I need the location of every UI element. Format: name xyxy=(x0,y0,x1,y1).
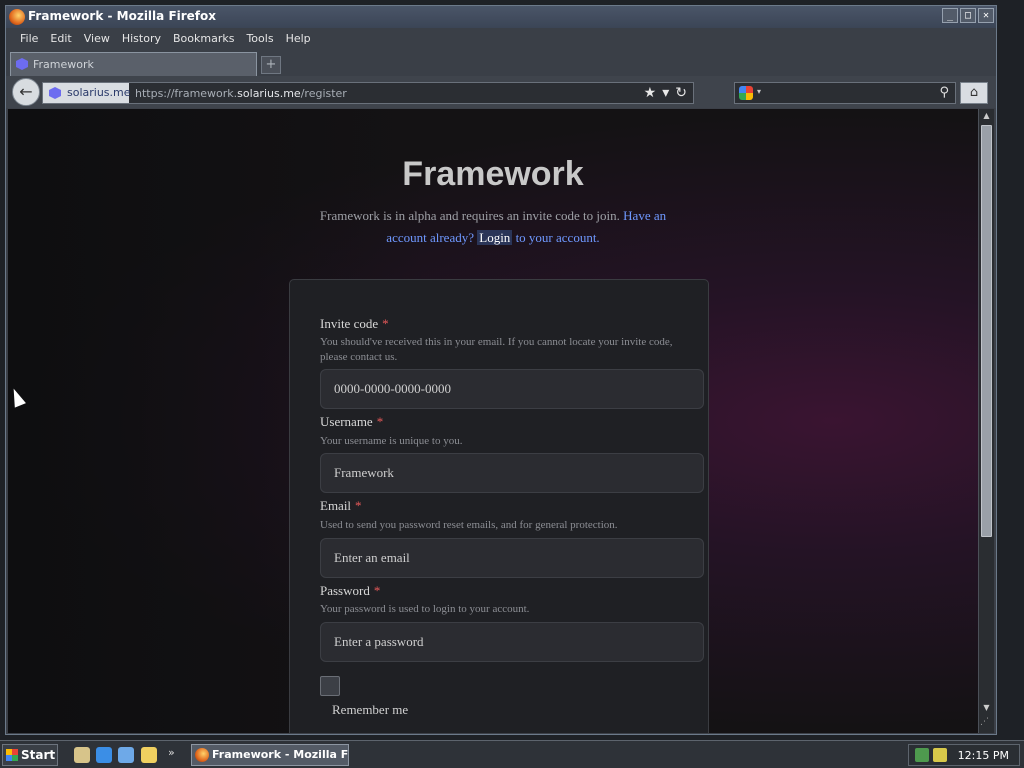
search-go-icon[interactable]: ⚲ xyxy=(939,85,949,100)
show-desktop-icon[interactable] xyxy=(74,747,90,763)
intro-sentence: Framework is in alpha and requires an in… xyxy=(319,208,620,223)
title-bar[interactable]: Framework - Mozilla Firefox _ □ ✕ xyxy=(6,6,996,28)
remember-me-checkbox[interactable] xyxy=(320,676,340,696)
menu-history[interactable]: History xyxy=(116,28,167,50)
url-text[interactable]: https://framework.solarius.me/register xyxy=(135,87,347,100)
menu-file[interactable]: File xyxy=(14,28,44,50)
history-dropdown-icon[interactable]: ▾ xyxy=(662,85,669,101)
browser-window: Framework - Mozilla Firefox _ □ ✕ File E… xyxy=(5,5,997,735)
menu-help[interactable]: Help xyxy=(280,28,317,50)
internet-explorer-icon[interactable] xyxy=(96,747,112,763)
login-suffix-link[interactable]: to your account. xyxy=(516,230,600,245)
intro-text: Framework is in alpha and requires an in… xyxy=(303,205,683,249)
scroll-thumb[interactable] xyxy=(981,125,992,537)
register-form: Invite code * You should've received this… xyxy=(289,279,709,733)
invite-code-input[interactable] xyxy=(320,369,704,409)
security-icon[interactable] xyxy=(933,748,947,762)
url-prefix: https://framework. xyxy=(135,87,238,100)
outlook-icon[interactable] xyxy=(118,747,134,763)
page-title: Framework xyxy=(402,155,584,193)
google-search-engine-icon[interactable] xyxy=(739,86,753,100)
search-bar: ▾ ⚲ xyxy=(734,82,956,104)
menu-bookmarks[interactable]: Bookmarks xyxy=(167,28,240,50)
url-bar[interactable]: solarius.me https://framework.solarius.m… xyxy=(42,82,694,104)
required-marker: * xyxy=(382,316,389,331)
username-help: Your username is unique to you. xyxy=(320,435,463,447)
username-label: Username * xyxy=(320,414,384,429)
network-icon[interactable] xyxy=(915,748,929,762)
required-marker: * xyxy=(373,583,381,598)
explorer-search-icon[interactable] xyxy=(141,747,157,763)
email-help: Used to send you password reset emails, … xyxy=(320,519,618,531)
firefox-icon xyxy=(195,748,209,762)
email-label: Email * xyxy=(320,498,362,513)
back-button[interactable]: ← xyxy=(12,78,40,106)
menu-view[interactable]: View xyxy=(78,28,116,50)
site-favicon-icon xyxy=(49,87,61,99)
close-button[interactable]: ✕ xyxy=(978,8,994,23)
quicklaunch-more-icon[interactable]: » xyxy=(168,746,175,759)
invite-code-help: You should've received this in your emai… xyxy=(320,336,673,363)
url-host: solarius.me xyxy=(237,87,301,100)
scroll-down-arrow-icon[interactable]: ▼ xyxy=(980,703,993,715)
tab-framework[interactable]: Framework xyxy=(10,52,257,76)
clock[interactable]: 12:15 PM xyxy=(958,749,1009,762)
resize-grip-icon[interactable]: ⋰ xyxy=(980,717,993,730)
start-logo-icon xyxy=(6,749,18,761)
page-viewport: Framework Framework is in alpha and requ… xyxy=(8,109,978,733)
task-label: Framework - Mozilla Fi... xyxy=(212,748,349,761)
menu-tools[interactable]: Tools xyxy=(240,28,279,50)
site-identity-button[interactable]: solarius.me xyxy=(43,83,131,103)
window-title: Framework - Mozilla Firefox xyxy=(28,9,217,23)
url-bar-icons: ★ ▾ ↻ xyxy=(644,85,687,101)
engine-dropdown-icon[interactable]: ▾ xyxy=(757,87,761,96)
url-path: /register xyxy=(300,87,347,100)
login-link[interactable]: Login xyxy=(477,230,513,245)
taskbar-firefox-button[interactable]: Framework - Mozilla Fi... xyxy=(191,744,349,766)
minimize-button[interactable]: _ xyxy=(942,8,958,23)
scroll-up-arrow-icon[interactable]: ▲ xyxy=(980,111,993,123)
site-identity-label: solarius.me xyxy=(67,86,131,99)
vertical-scrollbar[interactable]: ▲ ▼ ⋰ xyxy=(978,109,994,733)
password-label: Password * xyxy=(320,583,381,598)
password-input[interactable] xyxy=(320,622,704,662)
reload-icon[interactable]: ↻ xyxy=(675,85,687,101)
search-input[interactable] xyxy=(767,85,917,101)
email-input[interactable] xyxy=(320,538,704,578)
new-tab-button[interactable]: + xyxy=(261,56,281,74)
menu-bar: File Edit View History Bookmarks Tools H… xyxy=(6,28,996,50)
tab-label: Framework xyxy=(33,58,94,71)
desktop: Framework - Mozilla Firefox _ □ ✕ File E… xyxy=(0,0,1024,740)
window-controls: _ □ ✕ xyxy=(942,8,994,23)
tab-bar: Framework + xyxy=(6,50,996,76)
password-help: Your password is used to login to your a… xyxy=(320,603,530,615)
system-tray: 12:15 PM xyxy=(908,744,1020,766)
home-button[interactable]: ⌂ xyxy=(960,82,988,104)
start-label: Start xyxy=(21,748,56,762)
required-marker: * xyxy=(376,414,384,429)
menu-edit[interactable]: Edit xyxy=(44,28,77,50)
taskbar: Start » Framework - Mozilla Fi... 12:15 … xyxy=(0,740,1024,768)
register-page: Framework Framework is in alpha and requ… xyxy=(8,109,978,733)
invite-code-label: Invite code * xyxy=(320,316,389,331)
username-input[interactable] xyxy=(320,453,704,493)
navigation-toolbar: ← solarius.me https://framework.solarius… xyxy=(6,76,996,108)
site-favicon-icon xyxy=(16,58,28,70)
required-marker: * xyxy=(355,498,362,513)
maximize-button[interactable]: □ xyxy=(960,8,976,23)
bookmark-star-icon[interactable]: ★ xyxy=(644,85,657,101)
start-button[interactable]: Start xyxy=(2,744,58,766)
remember-me-label[interactable]: Remember me xyxy=(332,702,408,718)
firefox-icon xyxy=(9,9,25,25)
